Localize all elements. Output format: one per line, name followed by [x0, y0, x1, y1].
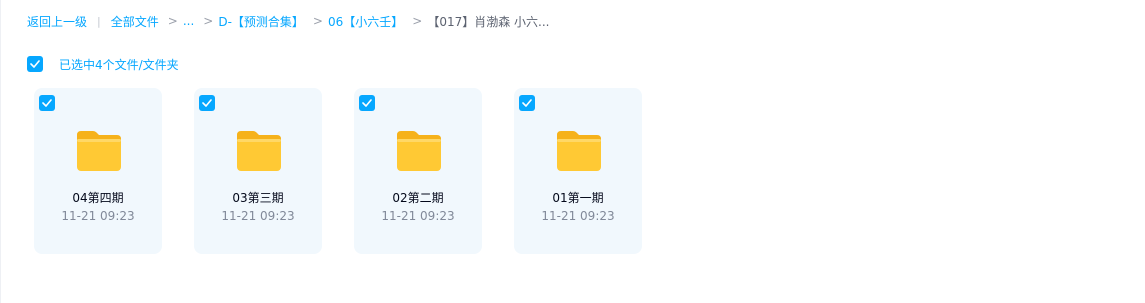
folder-checkbox[interactable]	[359, 95, 375, 111]
folder-name[interactable]: 01第一期	[514, 189, 642, 206]
breadcrumb: 返回上一级 | 全部文件 > ... > D-【预测合集】 > 06【小六壬】 …	[27, 12, 549, 30]
folder-icon	[397, 131, 441, 171]
folder-name[interactable]: 03第三期	[194, 189, 322, 206]
breadcrumb-item-all-files[interactable]: 全部文件	[111, 13, 159, 30]
file-grid: 04第四期 11-21 09:23 03第三期 11-21 09:23 02第二…	[34, 88, 642, 254]
folder-icon	[237, 131, 281, 171]
breadcrumb-separator-icon: >	[167, 14, 178, 28]
breadcrumb-separator-icon: >	[412, 14, 423, 28]
folder-checkbox[interactable]	[39, 95, 55, 111]
breadcrumb-item-ellipsis[interactable]: ...	[183, 14, 194, 28]
folder-checkbox[interactable]	[519, 95, 535, 111]
checkmark-icon	[42, 99, 52, 107]
checkmark-icon	[30, 60, 40, 68]
checkmark-icon	[522, 99, 532, 107]
breadcrumb-separator-icon: >	[312, 14, 323, 28]
folder-card[interactable]: 02第二期 11-21 09:23	[354, 88, 482, 254]
folder-card[interactable]: 04第四期 11-21 09:23	[34, 88, 162, 254]
selection-count-text: 已选中4个文件/文件夹	[59, 57, 179, 72]
folder-name[interactable]: 02第二期	[354, 189, 482, 206]
selection-bar: 已选中4个文件/文件夹	[27, 56, 179, 72]
breadcrumb-item-subfolder[interactable]: 06【小六壬】	[328, 13, 403, 30]
breadcrumb-item-collection[interactable]: D-【预测合集】	[218, 13, 304, 30]
back-link[interactable]: 返回上一级	[27, 13, 87, 30]
breadcrumb-divider: |	[97, 14, 101, 28]
breadcrumb-item-current: 【017】肖渤森 小六...	[427, 14, 550, 29]
folder-date: 11-21 09:23	[221, 209, 295, 223]
folder-name[interactable]: 04第四期	[34, 189, 162, 206]
folder-date: 11-21 09:23	[381, 209, 455, 223]
breadcrumb-separator-icon: >	[203, 14, 214, 28]
folder-icon	[77, 131, 121, 171]
folder-checkbox[interactable]	[199, 95, 215, 111]
folder-date: 11-21 09:23	[541, 209, 615, 223]
folder-date: 11-21 09:23	[61, 209, 135, 223]
folder-card[interactable]: 01第一期 11-21 09:23	[514, 88, 642, 254]
folder-icon	[557, 131, 601, 171]
select-all-checkbox[interactable]	[27, 56, 43, 72]
folder-card[interactable]: 03第三期 11-21 09:23	[194, 88, 322, 254]
checkmark-icon	[202, 99, 212, 107]
checkmark-icon	[362, 99, 372, 107]
